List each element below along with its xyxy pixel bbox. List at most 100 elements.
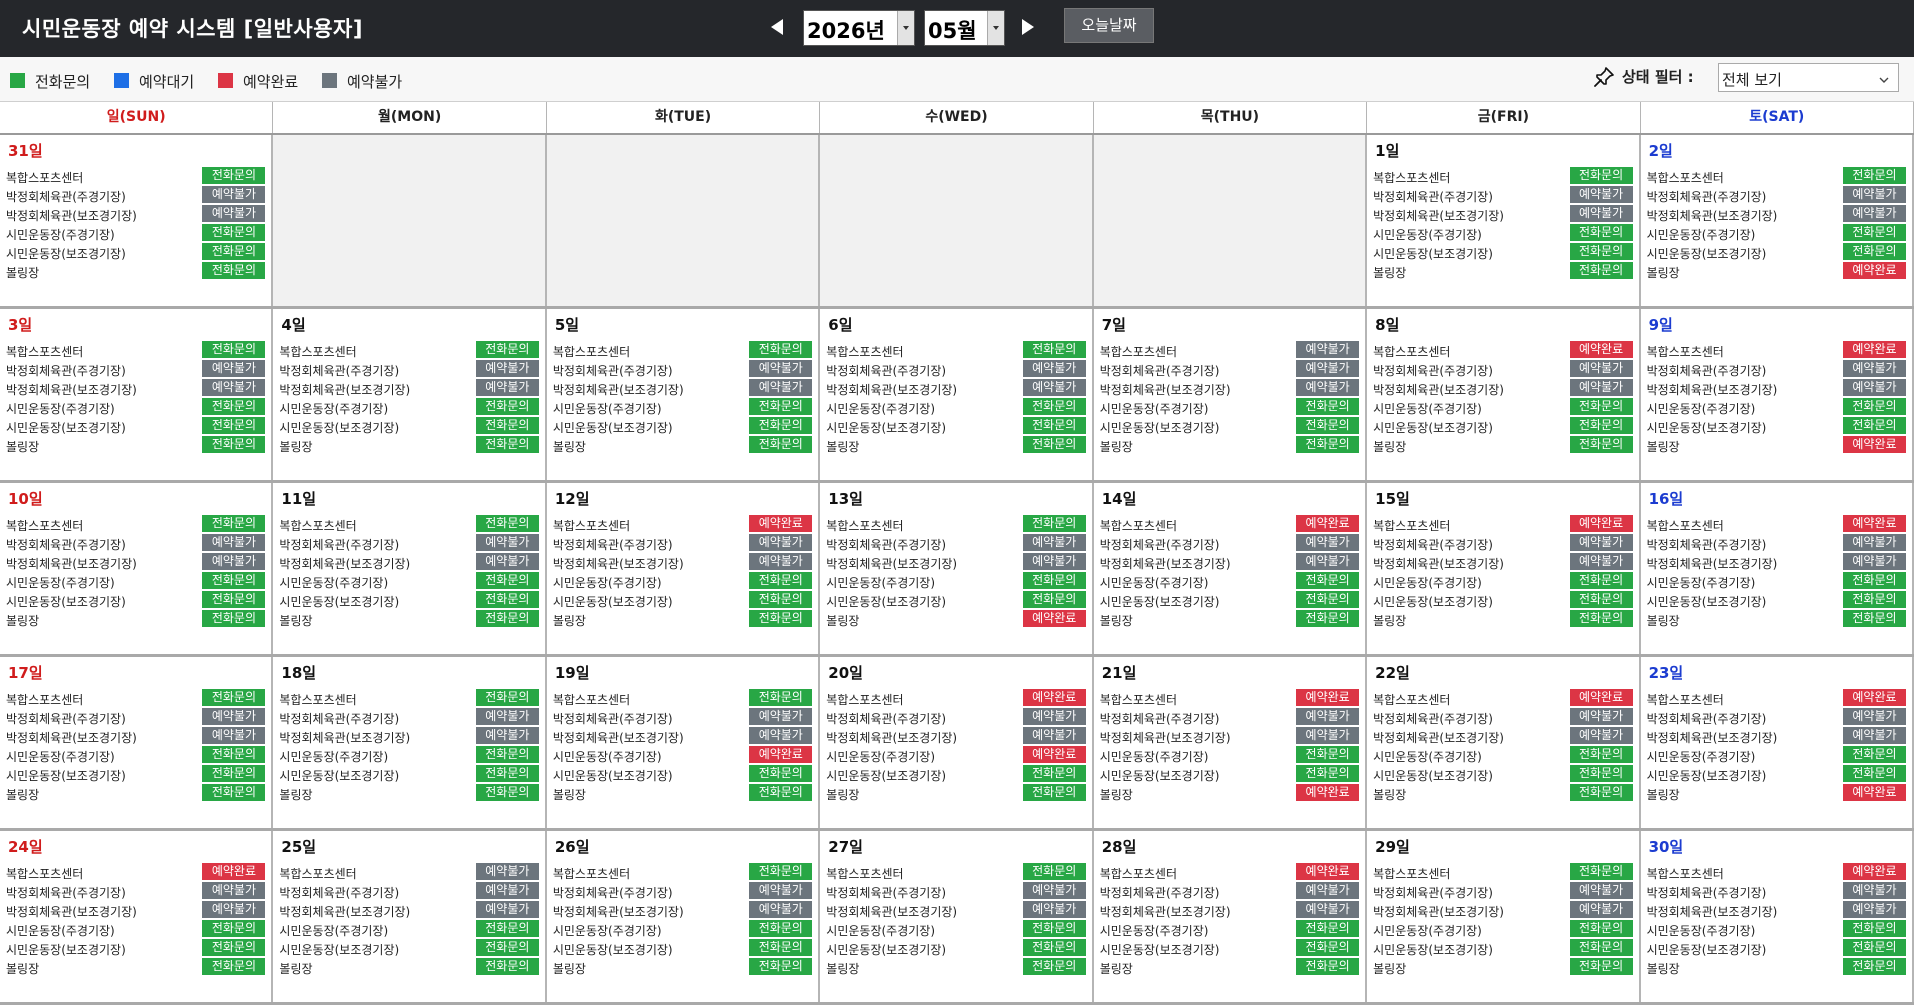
status-badge[interactable]: 전화문의	[1569, 765, 1633, 782]
status-badge[interactable]: 예약완료	[1022, 689, 1086, 706]
status-badge[interactable]: 예약불가	[1569, 727, 1633, 744]
status-badge[interactable]: 예약완료	[1022, 610, 1086, 627]
status-badge[interactable]: 전화문의	[202, 784, 266, 801]
status-badge[interactable]: 예약불가	[202, 379, 266, 396]
status-badge[interactable]: 예약불가	[1842, 360, 1906, 377]
status-badge[interactable]: 예약불가	[475, 553, 539, 570]
status-badge[interactable]: 전화문의	[1296, 920, 1360, 937]
status-badge[interactable]: 예약불가	[1022, 901, 1086, 918]
status-badge[interactable]: 전화문의	[749, 765, 813, 782]
status-badge[interactable]: 전화문의	[1569, 224, 1633, 241]
status-badge[interactable]: 예약불가	[1842, 882, 1906, 899]
status-badge[interactable]: 전화문의	[475, 939, 539, 956]
status-badge[interactable]: 전화문의	[1296, 765, 1360, 782]
status-badge[interactable]: 전화문의	[202, 746, 266, 763]
status-badge[interactable]: 예약불가	[1022, 553, 1086, 570]
status-badge[interactable]: 예약불가	[1842, 708, 1906, 725]
status-badge[interactable]: 전화문의	[475, 958, 539, 975]
status-badge[interactable]: 예약불가	[749, 360, 813, 377]
status-badge[interactable]: 전화문의	[1569, 417, 1633, 434]
status-badge[interactable]: 예약불가	[749, 882, 813, 899]
status-badge[interactable]: 전화문의	[1569, 746, 1633, 763]
status-badge[interactable]: 예약불가	[749, 708, 813, 725]
status-badge[interactable]: 전화문의	[749, 939, 813, 956]
status-badge[interactable]: 예약불가	[475, 534, 539, 551]
status-badge[interactable]: 전화문의	[475, 591, 539, 608]
status-badge[interactable]: 전화문의	[475, 417, 539, 434]
status-badge[interactable]: 예약불가	[475, 708, 539, 725]
status-badge[interactable]: 전화문의	[475, 746, 539, 763]
status-badge[interactable]: 전화문의	[749, 863, 813, 880]
status-badge[interactable]: 전화문의	[202, 610, 266, 627]
status-badge[interactable]: 전화문의	[1842, 398, 1906, 415]
status-badge[interactable]: 전화문의	[1569, 958, 1633, 975]
status-badge[interactable]: 전화문의	[202, 262, 266, 279]
status-badge[interactable]: 예약불가	[202, 553, 266, 570]
status-badge[interactable]: 예약불가	[1569, 379, 1633, 396]
status-badge[interactable]: 전화문의	[475, 765, 539, 782]
status-badge[interactable]: 예약불가	[1296, 360, 1360, 377]
status-badge[interactable]: 예약불가	[1842, 379, 1906, 396]
status-badge[interactable]: 전화문의	[749, 398, 813, 415]
status-badge[interactable]: 예약완료	[1296, 515, 1360, 532]
status-badge[interactable]: 예약완료	[202, 863, 266, 880]
status-badge[interactable]: 전화문의	[1569, 167, 1633, 184]
status-badge[interactable]: 전화문의	[1842, 224, 1906, 241]
status-badge[interactable]: 전화문의	[1569, 939, 1633, 956]
status-badge[interactable]: 예약불가	[1569, 186, 1633, 203]
status-badge[interactable]: 전화문의	[1022, 515, 1086, 532]
status-badge[interactable]: 전화문의	[475, 515, 539, 532]
status-badge[interactable]: 전화문의	[749, 920, 813, 937]
status-badge[interactable]: 전화문의	[1569, 610, 1633, 627]
status-badge[interactable]: 예약불가	[749, 553, 813, 570]
status-badge[interactable]: 예약불가	[1022, 534, 1086, 551]
status-badge[interactable]: 예약불가	[749, 534, 813, 551]
status-badge[interactable]: 전화문의	[1022, 765, 1086, 782]
status-badge[interactable]: 예약불가	[1842, 901, 1906, 918]
status-badge[interactable]: 전화문의	[749, 572, 813, 589]
status-badge[interactable]: 전화문의	[1842, 920, 1906, 937]
status-badge[interactable]: 전화문의	[1842, 610, 1906, 627]
status-badge[interactable]: 예약불가	[1569, 360, 1633, 377]
status-badge[interactable]: 전화문의	[202, 958, 266, 975]
status-badge[interactable]: 전화문의	[1022, 436, 1086, 453]
status-badge[interactable]: 예약불가	[1296, 341, 1360, 358]
status-badge[interactable]: 전화문의	[202, 765, 266, 782]
status-badge[interactable]: 예약완료	[1842, 341, 1906, 358]
status-badge[interactable]: 전화문의	[475, 436, 539, 453]
status-badge[interactable]: 예약불가	[1842, 186, 1906, 203]
status-badge[interactable]: 예약불가	[202, 360, 266, 377]
status-badge[interactable]: 예약완료	[1842, 262, 1906, 279]
status-badge[interactable]: 전화문의	[1022, 417, 1086, 434]
status-badge[interactable]: 전화문의	[1296, 572, 1360, 589]
status-badge[interactable]: 예약완료	[1569, 515, 1633, 532]
status-filter-select[interactable]: 전체 보기	[1718, 63, 1899, 92]
status-badge[interactable]: 예약불가	[1296, 708, 1360, 725]
status-badge[interactable]: 전화문의	[1296, 610, 1360, 627]
status-badge[interactable]: 전화문의	[202, 572, 266, 589]
status-badge[interactable]: 전화문의	[1569, 591, 1633, 608]
status-badge[interactable]: 예약완료	[1842, 689, 1906, 706]
status-badge[interactable]: 예약불가	[1842, 553, 1906, 570]
status-badge[interactable]: 전화문의	[202, 436, 266, 453]
year-select[interactable]: 2026년	[803, 10, 915, 46]
status-badge[interactable]: 전화문의	[749, 341, 813, 358]
status-badge[interactable]: 전화문의	[475, 398, 539, 415]
month-select[interactable]: 05월	[924, 10, 1005, 46]
status-badge[interactable]: 전화문의	[1569, 398, 1633, 415]
status-badge[interactable]: 예약불가	[749, 727, 813, 744]
status-badge[interactable]: 예약불가	[475, 727, 539, 744]
status-badge[interactable]: 예약불가	[1842, 205, 1906, 222]
status-badge[interactable]: 전화문의	[749, 417, 813, 434]
status-badge[interactable]: 예약불가	[1296, 901, 1360, 918]
status-badge[interactable]: 예약불가	[202, 186, 266, 203]
status-badge[interactable]: 전화문의	[202, 417, 266, 434]
status-badge[interactable]: 예약불가	[1296, 379, 1360, 396]
status-badge[interactable]: 전화문의	[1842, 572, 1906, 589]
status-badge[interactable]: 전화문의	[475, 784, 539, 801]
status-badge[interactable]: 예약불가	[1022, 727, 1086, 744]
status-badge[interactable]: 예약완료	[1296, 784, 1360, 801]
status-badge[interactable]: 전화문의	[1569, 572, 1633, 589]
status-badge[interactable]: 예약완료	[1842, 515, 1906, 532]
status-badge[interactable]: 예약완료	[1569, 341, 1633, 358]
